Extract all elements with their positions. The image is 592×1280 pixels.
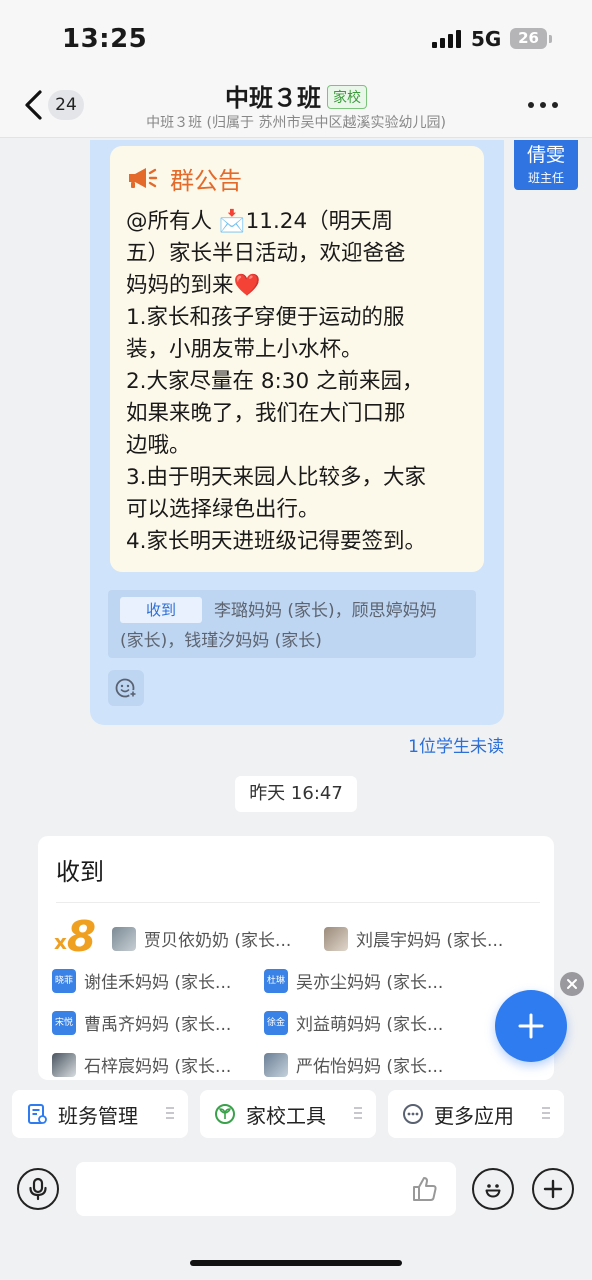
status-time: 13:25	[62, 24, 148, 54]
megaphone-icon	[129, 168, 158, 188]
battery-icon: 26	[510, 28, 547, 49]
avatar	[324, 926, 348, 951]
battery-tip	[549, 35, 552, 43]
signal-icon	[432, 30, 461, 48]
announcement-line: 五）家长半日活动，欢迎爸爸	[126, 241, 406, 266]
shortcut-home-school-tools[interactable]: 家校工具	[200, 1090, 376, 1138]
emoji-button[interactable]	[472, 1168, 514, 1210]
announcement-line: 边哦。	[126, 433, 191, 458]
reply-item-name: 刘晨宇妈妈 (家长...	[356, 931, 504, 951]
receipt-list[interactable]: 收到 李璐妈妈 (家长)，顾思婷妈妈 (家长)，钱瑾汐妈妈 (家长)	[108, 590, 476, 658]
chat-subtitle: 中班３班 (归属于 苏州市吴中区越溪实验幼儿园)	[146, 115, 446, 131]
avatar: 宋悦	[52, 1010, 76, 1035]
drag-handle-icon	[354, 1107, 362, 1122]
shortcut-bar: 班务管理 家校工具 更多应用	[0, 1082, 592, 1146]
plus-icon	[518, 1013, 544, 1039]
unread-students-link[interactable]: 1位学生未读	[380, 732, 504, 757]
emoji-add-icon	[115, 678, 137, 698]
voice-input-button[interactable]	[17, 1168, 59, 1210]
network-type: 5G	[471, 27, 502, 51]
received-button[interactable]: 收到	[120, 597, 202, 623]
reply-item: 徐金 刘益萌妈妈 (家长...	[264, 1010, 443, 1035]
announcement-line: 可以选择绿色出行。	[126, 497, 320, 522]
sender-name: 倩雯	[526, 144, 565, 166]
class-management-icon	[28, 1104, 47, 1124]
announcement-line: 装，小朋友带上小水杯。	[126, 337, 363, 362]
add-attachment-button[interactable]	[532, 1168, 574, 1210]
announcement-line: 妈妈的到来❤️	[126, 273, 261, 298]
plus-icon	[543, 1179, 563, 1199]
shortcut-class-management[interactable]: 班务管理	[12, 1090, 188, 1138]
reply-item-name: 石梓宸妈妈 (家长...	[84, 1057, 232, 1077]
announcement-line: 4.家长明天进班级记得要签到。	[126, 529, 427, 554]
dot-icon	[540, 102, 546, 108]
dot-icon	[552, 102, 558, 108]
reply-item: 晓菲 谢佳禾妈妈 (家长...	[52, 968, 231, 993]
drag-handle-icon	[166, 1107, 174, 1122]
thumbs-up-icon[interactable]	[410, 1174, 440, 1204]
message-input[interactable]	[76, 1162, 456, 1216]
reply-item-name: 谢佳禾妈妈 (家长...	[84, 973, 232, 993]
sender-role: 班主任	[527, 171, 564, 185]
message-timestamp: 昨天 16:47	[235, 776, 357, 812]
reply-item: 严佑怡妈妈 (家长...	[264, 1052, 443, 1077]
shortcut-label: 班务管理	[58, 1103, 138, 1128]
reply-count: x8	[54, 912, 96, 961]
reply-item: 宋悦 曹禹齐妈妈 (家长...	[52, 1010, 231, 1035]
group-announcement-card[interactable]: 群公告 @所有人 📩11.24（明天周 五）家长半日活动，欢迎爸爸 妈妈的到来❤…	[110, 146, 484, 572]
add-floating-button[interactable]	[495, 990, 567, 1062]
microphone-icon	[29, 1177, 47, 1201]
reply-card-title: 收到	[56, 858, 104, 886]
divider	[56, 902, 540, 903]
reply-item: 石梓宸妈妈 (家长...	[52, 1052, 231, 1077]
more-apps-icon	[403, 1104, 423, 1124]
avatar	[264, 1052, 288, 1077]
announcement-line: 如果来晚了，我们在大门口那	[126, 401, 406, 426]
shortcut-label: 更多应用	[434, 1103, 514, 1128]
announcement-line: @所有人 📩11.24（明天周	[126, 209, 394, 234]
dot-icon	[528, 102, 534, 108]
avatar	[112, 926, 136, 951]
reply-item-name: 严佑怡妈妈 (家长...	[296, 1057, 444, 1077]
announcement-line: 2.大家尽量在 8:30 之前来园，	[126, 369, 424, 394]
avatar	[52, 1052, 76, 1077]
smiley-icon	[485, 1184, 501, 1198]
reply-card[interactable]: 收到 x8 贾贝依奶奶 (家长... 刘晨宇妈妈 (家长... 晓菲 谢佳禾妈妈…	[38, 836, 554, 1080]
reply-item-name: 吴亦尘妈妈 (家长...	[296, 973, 444, 993]
drag-handle-icon	[542, 1107, 550, 1122]
close-floating-button[interactable]	[560, 972, 584, 996]
shortcut-label: 家校工具	[246, 1103, 326, 1128]
chat-title-text: 中班３班	[225, 84, 321, 112]
home-indicator	[190, 1260, 402, 1266]
home-school-tools-icon	[215, 1104, 235, 1124]
reply-count-prefix: x	[54, 930, 67, 954]
chat-title: 中班３班 家校	[0, 78, 592, 113]
reply-count-number: 8	[66, 912, 97, 961]
status-bar: 13:25 5G 26	[0, 0, 592, 76]
avatar: 晓菲	[52, 968, 76, 993]
nav-bar: 24 中班３班 家校 中班３班 (归属于 苏州市吴中区越溪实验幼儿园)	[0, 76, 592, 138]
announcement-title: 群公告	[170, 166, 242, 195]
add-reaction-button[interactable]	[108, 670, 144, 706]
home-school-tag: 家校	[327, 85, 367, 109]
more-menu-button[interactable]	[528, 102, 558, 108]
sender-avatar[interactable]: 倩雯 班主任	[514, 140, 578, 190]
shortcut-more-apps[interactable]: 更多应用	[388, 1090, 564, 1138]
avatar: 徐金	[264, 1010, 288, 1035]
announcement-body: @所有人 📩11.24（明天周 五）家长半日活动，欢迎爸爸 妈妈的到来❤️ 1.…	[126, 206, 468, 558]
reply-item: 刘晨宇妈妈 (家长...	[324, 926, 503, 951]
announcement-line: 3.由于明天来园人比较多，大家	[126, 465, 427, 490]
reply-item-name: 刘益萌妈妈 (家长...	[296, 1015, 444, 1035]
close-icon	[567, 979, 577, 989]
avatar: 杜琳	[264, 968, 288, 993]
announcement-line: 1.家长和孩子穿便于运动的服	[126, 305, 405, 330]
reply-item: 杜琳 吴亦尘妈妈 (家长...	[264, 968, 443, 993]
reply-item: 贾贝依奶奶 (家长...	[112, 926, 291, 951]
announcement-header: 群公告	[126, 160, 468, 196]
reply-item-name: 贾贝依奶奶 (家长...	[144, 931, 292, 951]
reply-item-name: 曹禹齐妈妈 (家长...	[84, 1015, 232, 1035]
